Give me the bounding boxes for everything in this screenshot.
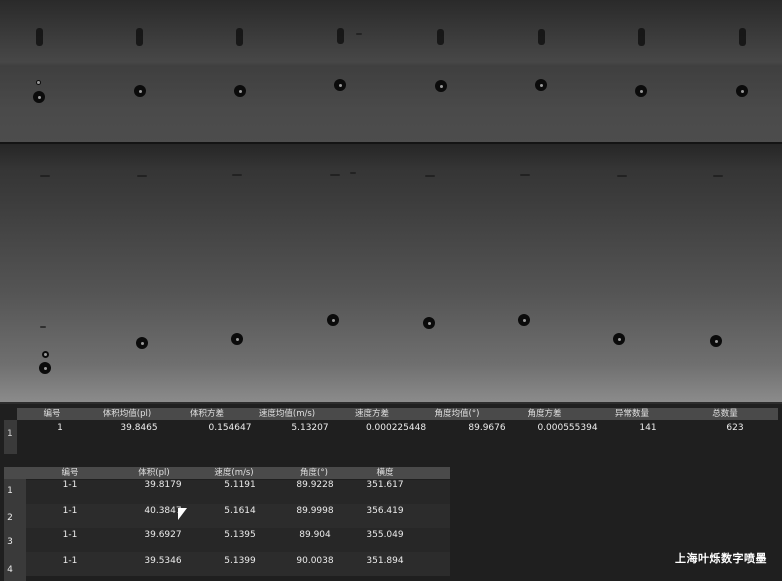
droplet-streak: [136, 28, 143, 46]
table-cell[interactable]: 355.049: [350, 530, 420, 540]
droplet: [33, 91, 45, 103]
debris-speck: [330, 174, 340, 176]
droplet: [327, 314, 339, 326]
table-cell[interactable]: 5.13207: [270, 423, 350, 433]
table-cell[interactable]: 623: [700, 423, 770, 433]
droplet: [518, 314, 530, 326]
table-cell[interactable]: 351.617: [350, 480, 420, 490]
watermark-text: 上海叶烁数字喷墨: [675, 552, 767, 565]
debris-speck: [137, 175, 147, 177]
droplet: [736, 85, 748, 97]
debris-speck: [617, 175, 627, 177]
debris-speck: [232, 174, 242, 176]
column-header[interactable]: 体积方差: [167, 408, 247, 420]
column-header[interactable]: 角度(°): [274, 467, 354, 479]
droplet: [136, 337, 148, 349]
column-header[interactable]: 横度: [354, 467, 416, 479]
table-cell[interactable]: 89.904: [280, 530, 350, 540]
column-header[interactable]: 编号: [26, 467, 114, 479]
debris-speck: [40, 326, 46, 328]
camera-view-top: [0, 0, 782, 144]
column-header[interactable]: 编号: [17, 408, 87, 420]
droplet-streak: [337, 28, 344, 44]
table-cell[interactable]: 39.8179: [128, 480, 198, 490]
row-number[interactable]: 1: [7, 429, 13, 439]
droplet: [42, 351, 49, 358]
column-header[interactable]: 速度方差: [327, 408, 417, 420]
droplet: [334, 79, 346, 91]
table-cell[interactable]: 356.419: [350, 506, 420, 516]
table-cell[interactable]: 5.1395: [205, 530, 275, 540]
table-cell[interactable]: 0.154647: [190, 423, 270, 433]
droplet: [134, 85, 146, 97]
table-cell[interactable]: 89.9228: [280, 480, 350, 490]
droplet-streak: [236, 28, 243, 46]
row-number[interactable]: 3: [4, 537, 16, 547]
debris-speck: [350, 172, 356, 174]
droplet: [635, 85, 647, 97]
table-cell[interactable]: 39.8465: [103, 423, 175, 433]
table-cell[interactable]: 1-1: [42, 480, 98, 490]
droplet-streak: [437, 29, 444, 45]
table-cell[interactable]: 351.894: [350, 556, 420, 566]
table-cell[interactable]: 5.1399: [205, 556, 275, 566]
column-header[interactable]: 异常数量: [592, 408, 672, 420]
table-cell[interactable]: 0.000225448: [350, 423, 442, 433]
row-number[interactable]: 1: [4, 486, 16, 496]
table-cell[interactable]: 1-1: [42, 530, 98, 540]
debris-speck: [713, 175, 723, 177]
droplet: [613, 333, 625, 345]
table-cell[interactable]: 141: [620, 423, 676, 433]
droplet-streak: [538, 29, 545, 45]
table-cell[interactable]: 5.1191: [205, 480, 275, 490]
droplet-streak: [739, 28, 746, 46]
column-header[interactable]: 速度(m/s): [194, 467, 274, 479]
droplet: [710, 335, 722, 347]
debris-speck: [356, 33, 362, 35]
debris-speck: [40, 175, 50, 177]
column-header[interactable]: 体积(pl): [114, 467, 194, 479]
row-number[interactable]: 4: [4, 565, 16, 575]
droplet-streak: [638, 28, 645, 46]
table-cell[interactable]: 5.1614: [205, 506, 275, 516]
droplet: [231, 333, 243, 345]
droplet: [435, 80, 447, 92]
table-cell[interactable]: 90.0038: [280, 556, 350, 566]
droplet: [423, 317, 435, 329]
droplet: [36, 80, 41, 85]
column-header[interactable]: 速度均值(m/s): [247, 408, 327, 420]
debris-speck: [425, 175, 435, 177]
droplet-streak: [36, 28, 43, 46]
debris-speck: [520, 174, 530, 176]
row-header-column: 1: [4, 420, 17, 454]
table-cell[interactable]: 89.9998: [280, 506, 350, 516]
table-cell[interactable]: 1: [17, 423, 103, 433]
table-cell[interactable]: 1-1: [42, 506, 98, 516]
table-cell[interactable]: 39.6927: [128, 530, 198, 540]
table-cell[interactable]: 39.5346: [128, 556, 198, 566]
droplet: [39, 362, 51, 374]
table-cell[interactable]: 0.000555394: [525, 423, 610, 433]
camera-view-bottom: [0, 144, 782, 402]
table-cell[interactable]: 89.9676: [452, 423, 522, 433]
droplet: [535, 79, 547, 91]
column-header[interactable]: 体积均值(pl): [87, 408, 167, 420]
table-cell[interactable]: 40.3847: [128, 506, 198, 516]
summary-table: 1 编号 体积均值(pl) 体积方差 速度均值(m/s) 速度方差 角度均值(°…: [0, 402, 782, 462]
row-number[interactable]: 2: [4, 513, 16, 523]
table-cell[interactable]: 1-1: [42, 556, 98, 566]
column-header[interactable]: 角度均值(°): [417, 408, 497, 420]
detail-table: 编号 体积(pl) 速度(m/s) 角度(°) 横度 1 2 3 4 1-1 3…: [0, 462, 782, 581]
column-header[interactable]: 总数量: [672, 408, 778, 420]
droplet: [234, 85, 246, 97]
column-header[interactable]: 角度方差: [497, 408, 592, 420]
